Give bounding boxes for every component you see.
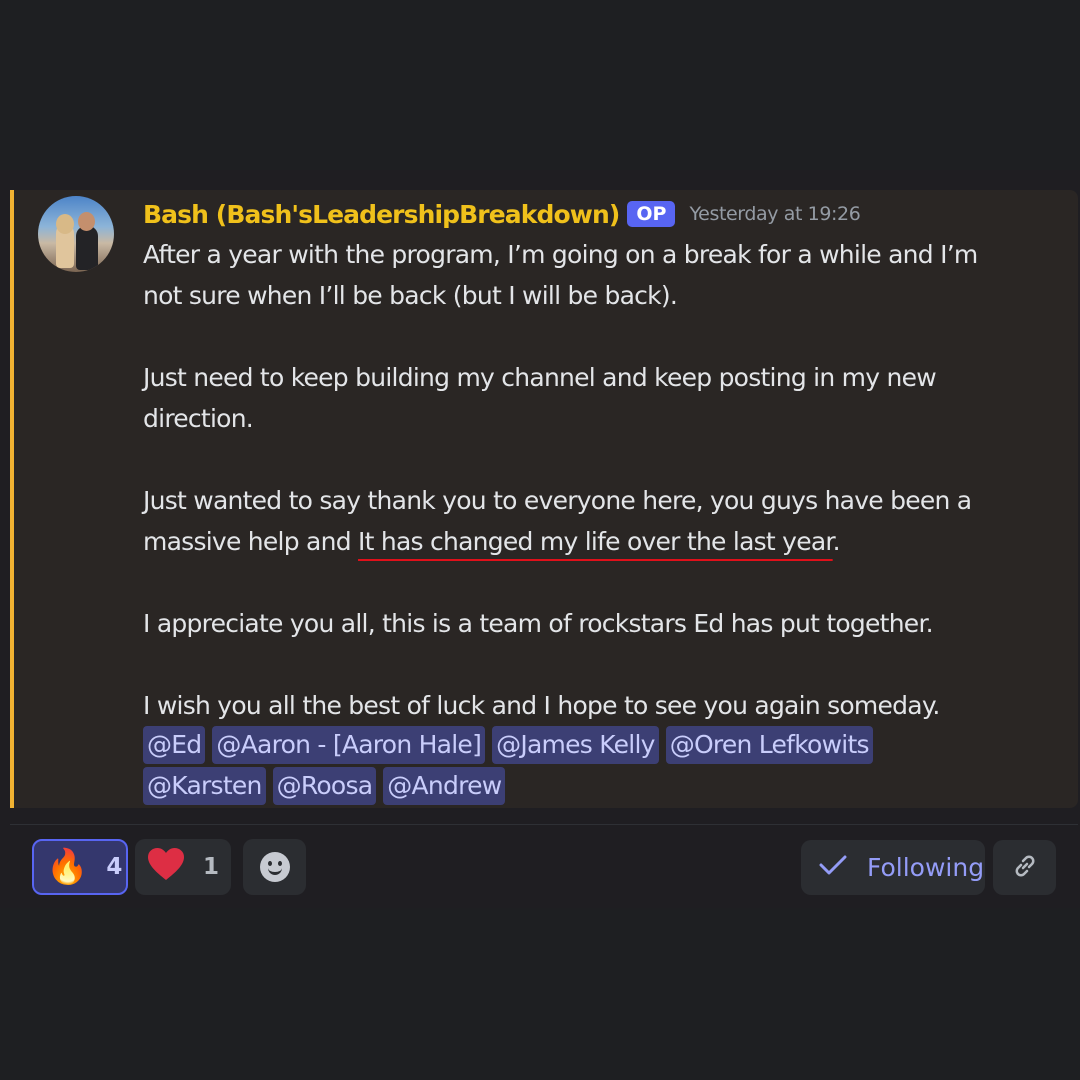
message-content: After a year with the program, I’m going… <box>143 234 1033 805</box>
op-badge: OP <box>627 201 676 227</box>
paragraph-line: I appreciate you all, this is a team of … <box>143 609 934 638</box>
highlighted-text: It has changed my life over the last yea… <box>358 527 833 556</box>
mention-karsten[interactable]: @Karsten <box>143 767 266 805</box>
reaction-fire-button[interactable]: 🔥 4 <box>32 839 128 895</box>
paragraph-line: direction. <box>143 404 254 433</box>
copy-link-button[interactable] <box>993 840 1056 895</box>
mention-andrew[interactable]: @Andrew <box>383 767 506 805</box>
fire-icon: 🔥 <box>46 847 89 887</box>
message-header: Bash (Bash'sLeadershipBreakdown) OP Yest… <box>143 197 861 231</box>
heart-icon <box>147 847 185 887</box>
reaction-count: 4 <box>106 854 123 880</box>
add-reaction-button[interactable] <box>243 839 306 895</box>
paragraph-line: Just need to keep building my channel an… <box>143 363 937 392</box>
following-label: Following <box>867 853 985 882</box>
reaction-heart-button[interactable]: 1 <box>135 839 231 895</box>
author-username[interactable]: Bash (Bash'sLeadershipBreakdown) <box>143 200 620 229</box>
checkmark-icon <box>819 853 847 883</box>
text-segment: massive help and <box>143 527 359 556</box>
following-button[interactable]: Following <box>801 840 985 895</box>
paragraph-line: Just wanted to say thank you to everyone… <box>143 486 972 515</box>
link-icon <box>1011 852 1039 884</box>
mention-ed[interactable]: @Ed <box>143 726 206 764</box>
paragraph-line: massive help and It has changed my life … <box>143 521 1033 562</box>
mention-roosa[interactable]: @Roosa <box>272 767 377 805</box>
paragraph-line: After a year with the program, I’m going… <box>143 240 978 269</box>
paragraph-line: I wish you all the best of luck and I ho… <box>143 691 940 720</box>
divider <box>10 824 1078 825</box>
paragraph-line: not sure when I’ll be back (but I will b… <box>143 281 678 310</box>
reaction-count: 1 <box>203 854 220 880</box>
mention-oren-lefkowits[interactable]: @Oren Lefkowits <box>665 726 873 764</box>
mention-list: @Ed @Aaron - [Aaron Hale] @James Kelly @… <box>143 726 963 805</box>
mention-aaron[interactable]: @Aaron - [Aaron Hale] <box>212 726 486 764</box>
smiley-add-reaction-icon <box>259 852 290 882</box>
avatar[interactable] <box>38 196 114 272</box>
mention-james-kelly[interactable]: @James Kelly <box>492 726 659 764</box>
heart-icon-svg <box>148 848 184 880</box>
message-timestamp[interactable]: Yesterday at 19:26 <box>689 203 860 225</box>
text-segment: . <box>832 527 841 556</box>
